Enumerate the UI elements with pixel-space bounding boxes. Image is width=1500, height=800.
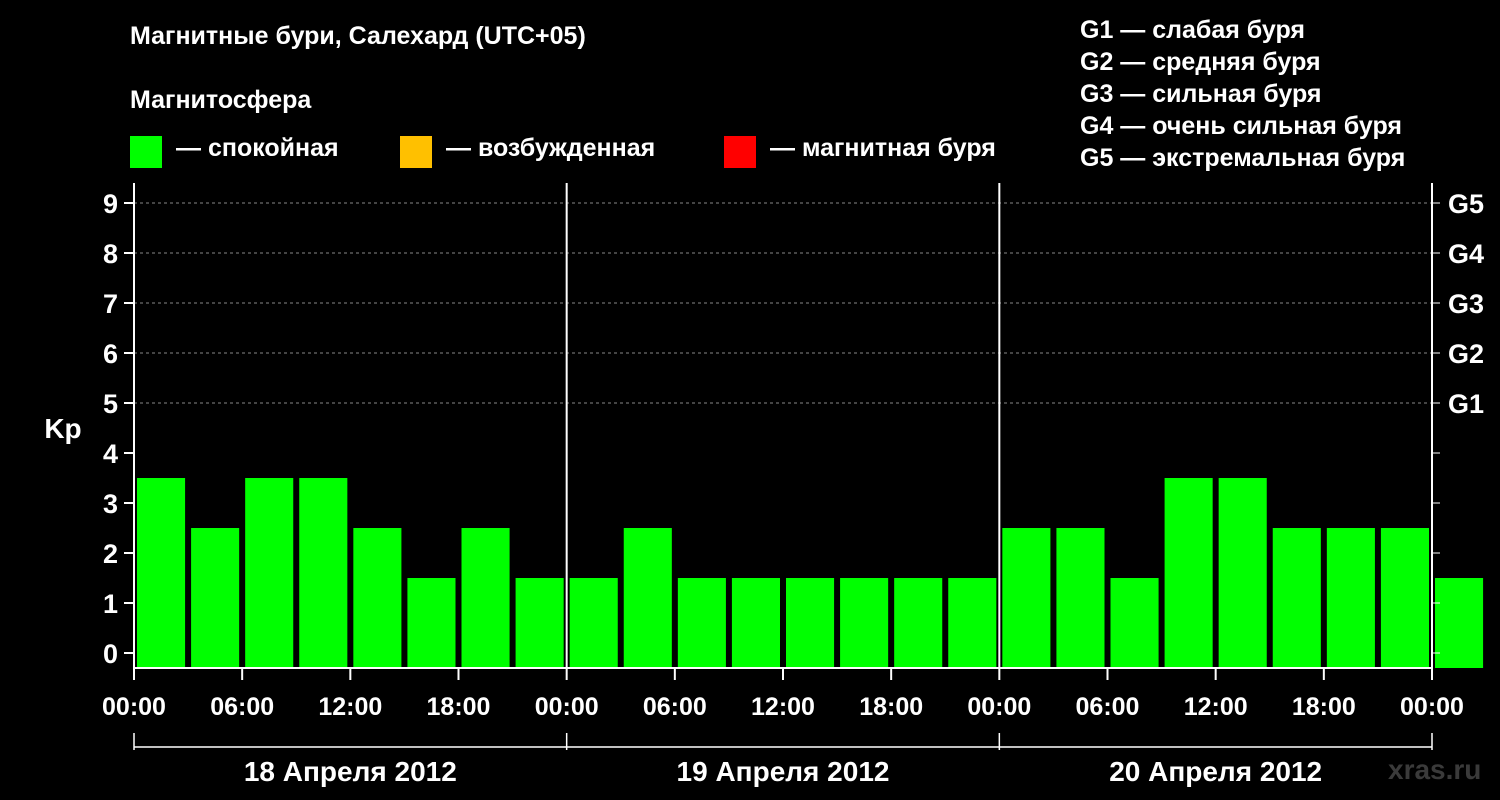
kp-bar	[948, 578, 997, 668]
y-tick-label: 0	[103, 639, 118, 669]
y-tick-label: 4	[103, 439, 118, 469]
g-level-label: G5	[1448, 189, 1484, 219]
y-tick-label: 8	[103, 239, 118, 269]
x-tick-label: 18:00	[427, 693, 491, 721]
kp-bar	[894, 578, 943, 668]
x-tick-label: 00:00	[102, 693, 166, 721]
x-tick-label: 06:00	[643, 693, 707, 721]
kp-bar	[786, 578, 835, 668]
kp-bar	[353, 528, 402, 668]
day-label: 19 Апреля 2012	[677, 756, 890, 787]
x-tick-label: 00:00	[1400, 693, 1464, 721]
g-level-label: G4	[1448, 239, 1484, 269]
kp-bar	[245, 478, 294, 668]
x-tick-label: 00:00	[967, 693, 1031, 721]
y-tick-label: 3	[103, 489, 118, 519]
kp-bar	[191, 528, 240, 668]
g-level-label: G2	[1448, 339, 1484, 369]
x-tick-label: 12:00	[751, 693, 815, 721]
x-tick-label: 18:00	[1292, 693, 1356, 721]
kp-bar	[299, 478, 348, 668]
x-tick-label: 06:00	[1076, 693, 1140, 721]
kp-bar	[1110, 578, 1159, 668]
kp-bar	[1056, 528, 1105, 668]
kp-bar	[407, 578, 456, 668]
kp-bar	[1002, 528, 1051, 668]
x-tick-label: 18:00	[859, 693, 923, 721]
g-level-label: G1	[1448, 389, 1484, 419]
y-tick-label: 2	[103, 539, 118, 569]
kp-bar	[1218, 478, 1267, 668]
day-label: 20 Апреля 2012	[1109, 756, 1322, 787]
y-axis-label: Kp	[44, 413, 81, 444]
x-tick-label: 12:00	[1184, 693, 1248, 721]
y-tick-label: 6	[103, 339, 118, 369]
kp-bar	[840, 578, 889, 668]
x-tick-label: 00:00	[535, 693, 599, 721]
kp-bar	[1380, 528, 1429, 668]
kp-bar	[1272, 528, 1321, 668]
kp-bar	[461, 528, 510, 668]
day-label: 18 Апреля 2012	[244, 756, 457, 787]
x-tick-label: 06:00	[210, 693, 274, 721]
kp-bar	[677, 578, 726, 668]
kp-bar-chart: 0 1 2 3 4 5 6 7 8 9 G1 G2 G3 G4 G5 Kp 00:00 06:00 12:00 18:…	[44, 183, 1484, 787]
kp-bar	[1164, 478, 1213, 668]
x-tick-label: 12:00	[318, 693, 382, 721]
y-tick-label: 5	[103, 389, 118, 419]
watermark: xras.ru	[1388, 754, 1482, 785]
kp-bar	[1326, 528, 1375, 668]
kp-bar	[515, 578, 564, 668]
y-tick-label: 7	[103, 289, 118, 319]
kp-bar	[731, 578, 780, 668]
kp-bar	[1435, 578, 1484, 668]
kp-bar	[137, 478, 186, 668]
y-tick-label: 9	[103, 189, 118, 219]
kp-bar	[569, 578, 618, 668]
g-level-label: G3	[1448, 289, 1484, 319]
kp-bar	[623, 528, 672, 668]
y-tick-label: 1	[103, 589, 118, 619]
